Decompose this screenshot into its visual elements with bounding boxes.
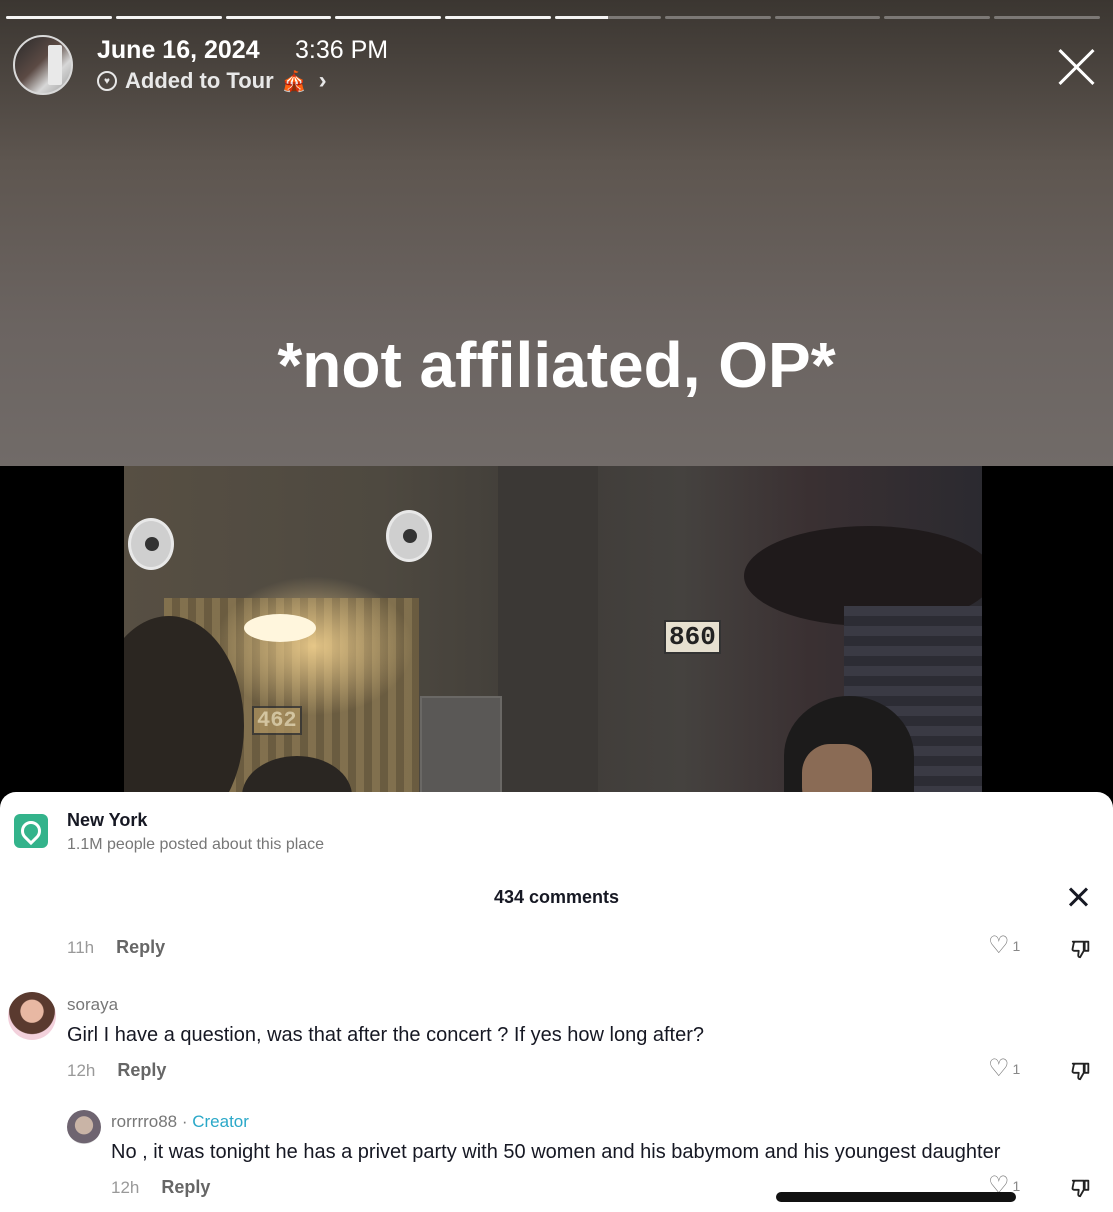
dislike-icon[interactable] — [1070, 1177, 1092, 1199]
story-date: June 16, 2024 — [97, 36, 260, 64]
comment-text: No , it was tonight he has a privet part… — [111, 1141, 1001, 1163]
comment-meta: 12h Reply — [111, 1177, 210, 1198]
security-camera — [386, 510, 432, 562]
place-name[interactable]: New York — [67, 810, 147, 831]
chevron-right-icon: › — [318, 67, 327, 94]
heart-icon: ♡ — [988, 1055, 1010, 1082]
close-story-icon[interactable] — [1055, 45, 1099, 89]
comment-time: 12h — [67, 1060, 96, 1080]
reply-button[interactable]: Reply — [116, 937, 165, 958]
comment-meta: 11h Reply — [67, 937, 165, 958]
progress-fill — [6, 16, 112, 19]
story-avatar[interactable] — [13, 35, 73, 95]
embedded-video-frame: 462 860 — [124, 466, 982, 792]
security-camera — [128, 518, 174, 570]
like-count: 1 — [1012, 1061, 1021, 1077]
place-subtitle: 1.1M people posted about this place — [67, 836, 325, 853]
lamp-glow — [214, 576, 414, 716]
ceiling-lamp — [244, 614, 316, 642]
avatar-phone-detail — [48, 45, 62, 85]
comment-time: 11h — [67, 937, 95, 957]
reply-button[interactable]: Reply — [117, 1060, 166, 1081]
progress-segment — [774, 16, 881, 19]
progress-segment — [664, 16, 771, 19]
comment-username[interactable]: rorrrro88 — [111, 1112, 177, 1131]
like-button[interactable]: ♡ 1 — [988, 1057, 1020, 1081]
comment-meta: 12h Reply — [67, 1060, 166, 1081]
avatar[interactable] — [8, 992, 56, 1040]
building-number-sign: 462 — [252, 706, 302, 735]
progress-segment — [554, 16, 661, 19]
creator-badge: Creator — [192, 1112, 249, 1131]
progress-fill — [445, 16, 551, 19]
building-number-sign: 860 — [664, 620, 721, 654]
added-to-highlight-link[interactable]: ♥ Added to Tour 🎪 › — [97, 67, 327, 95]
like-count: 1 — [1012, 1178, 1021, 1194]
person-face — [802, 744, 872, 792]
story-time: 3:36 PM — [295, 36, 389, 64]
username-separator: · — [177, 1112, 193, 1131]
location-pin-icon[interactable] — [14, 814, 48, 848]
progress-segment — [445, 16, 551, 19]
story-header-area: June 16, 2024 3:36 PM ♥ Added to Tour 🎪 … — [0, 0, 1113, 466]
comment-username[interactable]: soraya — [67, 995, 118, 1015]
close-comments-icon[interactable] — [1067, 885, 1091, 909]
added-to-label: Added to Tour — [125, 68, 274, 93]
progress-fill — [115, 16, 222, 19]
progress-fill — [554, 16, 608, 19]
progress-segment — [225, 16, 332, 19]
progress-segment — [335, 16, 442, 19]
comment-text: Girl I have a question, was that after t… — [67, 1024, 705, 1046]
story-progress-bar — [6, 16, 1100, 19]
comments-panel: New York 1.1M people posted about this p… — [0, 792, 1113, 1212]
dislike-icon[interactable] — [1070, 1060, 1092, 1082]
like-button[interactable]: ♡ 1 — [988, 934, 1020, 958]
progress-segment — [115, 16, 222, 19]
heart-icon: ♡ — [988, 932, 1010, 959]
comment-username-row: rorrrro88 · Creator — [111, 1112, 249, 1132]
circus-tent-icon: 🎪 — [281, 70, 307, 93]
comment-time: 12h — [111, 1177, 140, 1197]
wall-pillar — [498, 466, 598, 792]
like-count: 1 — [1012, 938, 1021, 954]
dislike-icon[interactable] — [1070, 938, 1092, 960]
progress-segment — [884, 16, 991, 19]
comments-count: 434 comments — [493, 887, 620, 907]
metal-door — [420, 696, 502, 792]
reply-button[interactable]: Reply — [161, 1177, 210, 1198]
story-overlay-text: *not affiliated, OP* — [277, 329, 836, 401]
progress-segment — [6, 16, 112, 19]
progress-fill — [225, 16, 332, 19]
avatar[interactable] — [67, 1110, 101, 1144]
progress-segment — [994, 16, 1100, 19]
progress-fill — [335, 16, 442, 19]
highlight-ring-icon: ♥ — [97, 71, 117, 91]
home-indicator — [776, 1192, 1016, 1202]
